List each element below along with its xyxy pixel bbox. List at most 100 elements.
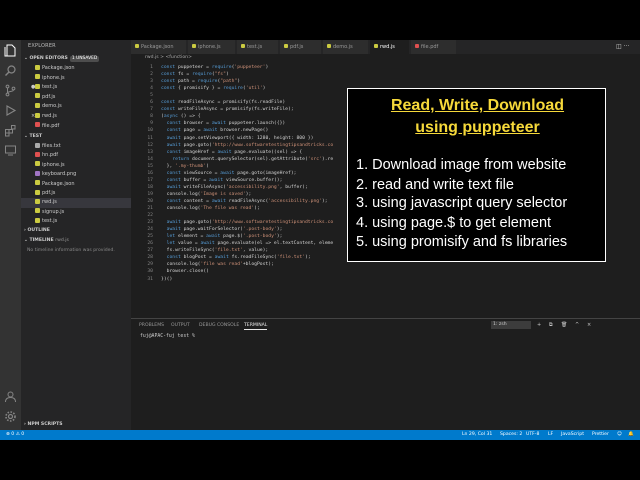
file-icon — [35, 102, 40, 108]
file-icon — [35, 122, 40, 128]
file-name: test.js — [42, 84, 58, 91]
remote-icon[interactable] — [4, 144, 17, 157]
file-item[interactable]: file.pdf — [21, 122, 131, 132]
split-editor-icon[interactable]: ◫ ··· — [616, 43, 636, 50]
test-folder-header[interactable]: ⌄ TEST — [21, 132, 131, 141]
line-number: 4 — [150, 86, 153, 92]
code-line: const buffer = await viewSource.buffer()… — [166, 177, 283, 183]
problems-status[interactable]: ⊗ 0 ⚠ 0 — [6, 430, 24, 440]
code-line: (async () => { — [161, 114, 201, 120]
cursor-position[interactable]: Ln 29, Col 31 — [462, 430, 492, 440]
tab-output[interactable]: OUTPUT — [171, 322, 190, 330]
files-icon[interactable] — [4, 44, 17, 57]
file-item[interactable]: signup.js — [21, 208, 131, 218]
code-line: await page.goto('http://www.softwaretest… — [166, 142, 334, 148]
file-icon — [135, 44, 139, 48]
line-number: 25 — [147, 234, 153, 240]
breadcrumb[interactable]: rwd.js > <function> — [131, 54, 192, 62]
file-name: Package.json — [42, 180, 75, 187]
overlay-item: 2. read and write text file — [356, 177, 514, 193]
tab-label: rwd.js — [380, 44, 395, 50]
new-terminal-icon[interactable]: + — [537, 322, 541, 328]
line-number: 28 — [147, 255, 153, 261]
file-item[interactable]: Package.json — [21, 64, 131, 74]
extensions-icon[interactable] — [4, 124, 17, 137]
split-terminal-icon[interactable]: ⧉ — [549, 322, 553, 328]
file-item[interactable]: ● test.js — [21, 83, 131, 93]
feedback-icon[interactable]: ☺ — [617, 430, 622, 440]
tab-problems[interactable]: PROBLEMS — [139, 322, 164, 330]
tab-test-js[interactable]: test.js — [237, 40, 279, 54]
bell-icon[interactable]: 🔔 — [628, 430, 634, 440]
file-icon — [35, 189, 40, 195]
code-line: const viewSource = await page.goto(image… — [166, 170, 297, 176]
tab-label: iphone.js — [198, 44, 221, 50]
terminal-prompt[interactable]: fuj@APAC-fuj test % — [140, 334, 195, 339]
tab-demo-js[interactable]: demo.js — [323, 40, 369, 54]
code-line: const fs = require("fs") — [161, 72, 229, 78]
line-number: 15 — [147, 163, 153, 169]
file-item[interactable]: iphone.js — [21, 161, 131, 171]
file-item[interactable]: iphone.js — [21, 74, 131, 84]
tab-package-json[interactable]: Package.json — [131, 40, 187, 54]
file-name: iphone.js — [42, 74, 65, 81]
tab-file-pdf[interactable]: file.pdf — [411, 40, 457, 54]
tab-pdf-js[interactable]: pdf.js — [280, 40, 322, 54]
code-line: await page.goto('http://www.softwaretest… — [166, 220, 334, 226]
line-number: 30 — [147, 269, 153, 275]
tab-iphone-js[interactable]: iphone.js — [188, 40, 236, 54]
encoding[interactable]: UTF-8 — [526, 430, 539, 440]
line-number: 29 — [147, 262, 153, 268]
language-mode[interactable]: JavaScript — [561, 430, 584, 440]
file-item[interactable]: Package.json — [21, 180, 131, 190]
file-item[interactable]: keyboard.png — [21, 170, 131, 180]
tab-label: file.pdf — [421, 44, 439, 50]
line-number: 27 — [147, 248, 153, 254]
code-line: const content = await readFileAsync('acc… — [166, 198, 328, 204]
file-icon — [192, 44, 196, 48]
tab-rwd-js[interactable]: rwd.js — [370, 40, 410, 54]
account-icon[interactable] — [4, 390, 17, 403]
gear-icon[interactable] — [4, 410, 17, 423]
line-number: 21 — [147, 206, 153, 211]
prettier-status[interactable]: Prettier — [592, 430, 609, 440]
close-panel-icon[interactable]: × — [587, 322, 591, 328]
file-item[interactable]: hn.pdf — [21, 151, 131, 161]
trash-icon[interactable]: 🗑 — [561, 322, 567, 328]
source-control-icon[interactable] — [4, 84, 17, 97]
file-item[interactable]: rwd.js — [21, 198, 131, 208]
timeline-header[interactable]: ⌄ TIMELINE rwd.js — [21, 236, 131, 245]
file-icon — [374, 44, 378, 48]
line-number: 11 — [147, 135, 153, 141]
indentation[interactable]: Spaces: 2 — [500, 430, 522, 440]
file-icon — [241, 44, 245, 48]
code-line: console.log('file was read'+blogPost); — [161, 262, 274, 268]
search-icon[interactable] — [4, 64, 17, 77]
line-number: 6 — [150, 100, 153, 106]
line-number: 18 — [147, 184, 153, 190]
npm-scripts-header[interactable]: › NPM SCRIPTS — [21, 420, 131, 429]
outline-header[interactable]: › OUTLINE — [21, 226, 131, 235]
maximize-panel-icon[interactable]: ^ — [575, 322, 579, 328]
line-number: 17 — [147, 177, 153, 183]
file-item[interactable]: pdf.js — [21, 189, 131, 199]
activity-bar — [0, 40, 21, 430]
line-number: 5 — [150, 93, 153, 99]
code-line: const puppeteer = require('puppeteer') — [161, 65, 269, 70]
open-editors-header[interactable]: ⌄ OPEN EDITORS 1 UNSAVED — [21, 54, 131, 63]
line-ending[interactable]: LF — [548, 430, 553, 440]
debug-icon[interactable] — [4, 104, 17, 117]
line-number: 26 — [147, 241, 153, 247]
line-number: 22 — [147, 213, 153, 219]
line-number: 10 — [147, 128, 153, 134]
line-number: 8 — [150, 114, 153, 120]
file-item[interactable]: files.txt — [21, 142, 131, 152]
tab-debug-console[interactable]: DEBUG CONSOLE — [199, 322, 239, 330]
file-icon — [35, 112, 40, 118]
tab-terminal[interactable]: TERMINAL — [244, 322, 268, 330]
file-item[interactable]: × rwd.js — [21, 112, 131, 122]
tab-label: demo.js — [333, 44, 353, 50]
file-item[interactable]: demo.js — [21, 102, 131, 112]
terminal-select[interactable]: 1: zsh — [491, 321, 531, 329]
file-item[interactable]: pdf.js — [21, 93, 131, 103]
